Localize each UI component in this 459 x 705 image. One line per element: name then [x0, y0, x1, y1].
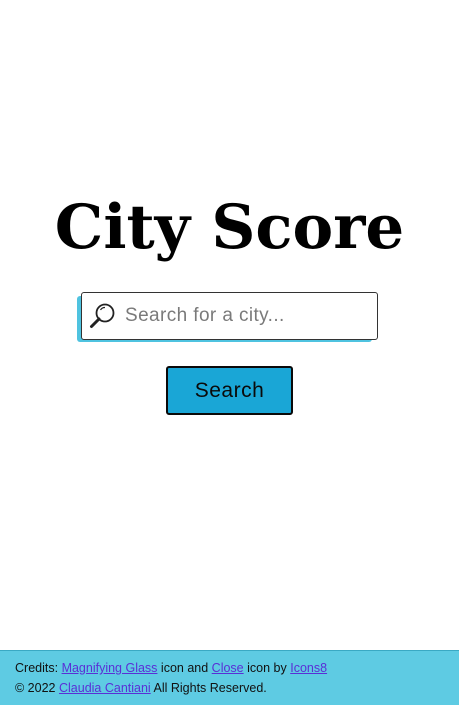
magnifying-glass-link[interactable]: Magnifying Glass — [62, 661, 158, 675]
page-title: City Score — [54, 192, 405, 263]
search-bar — [77, 292, 378, 342]
credits-prefix: Credits: — [15, 661, 59, 675]
close-icon-link[interactable]: Close — [212, 661, 244, 675]
icon-by-text: icon by — [247, 661, 287, 675]
footer-credits: Credits: Magnifying Glass icon and Close… — [15, 661, 327, 675]
search-box[interactable] — [81, 292, 378, 340]
search-button[interactable]: Search — [166, 366, 293, 415]
search-input[interactable] — [125, 305, 365, 327]
copyright-prefix: © 2022 — [15, 681, 56, 695]
author-link[interactable]: Claudia Cantiani — [59, 681, 151, 695]
icon-and-text: icon and — [160, 661, 209, 675]
footer: Credits: Magnifying Glass icon and Close… — [0, 650, 459, 705]
footer-copyright: © 2022 Claudia Cantiani All Rights Reser… — [15, 681, 267, 695]
icons8-link[interactable]: Icons8 — [290, 661, 327, 675]
magnifying-glass-icon — [89, 302, 117, 330]
rights-text: All Rights Reserved. — [153, 681, 267, 695]
page: City Score Search Credits: Magnifying Gl… — [0, 0, 459, 705]
